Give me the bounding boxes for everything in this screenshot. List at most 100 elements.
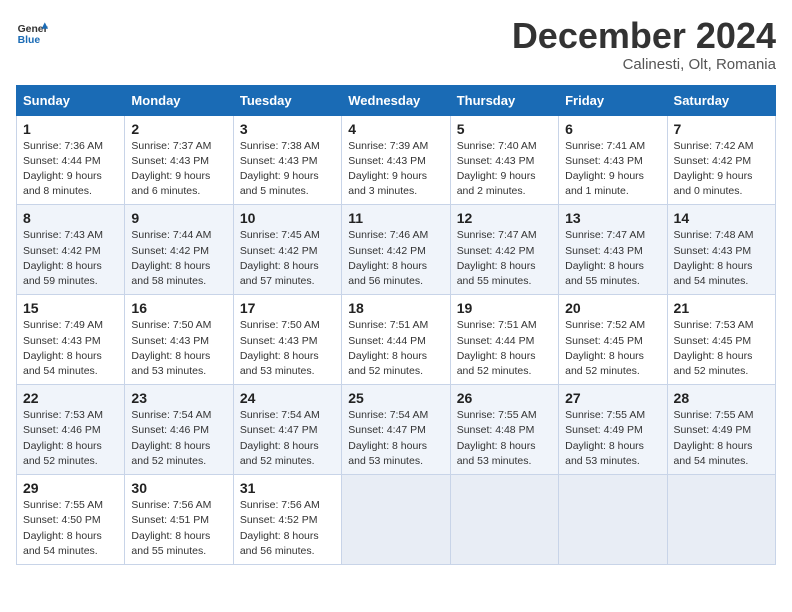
calendar-cell: 21Sunrise: 7:53 AM Sunset: 4:45 PM Dayli… (667, 295, 775, 385)
day-number: 29 (23, 480, 118, 496)
day-info: Sunrise: 7:54 AM Sunset: 4:47 PM Dayligh… (348, 408, 443, 469)
page-header: General Blue December 2024 Calinesti, Ol… (16, 16, 776, 73)
day-number: 3 (240, 121, 335, 137)
day-info: Sunrise: 7:48 AM Sunset: 4:43 PM Dayligh… (674, 228, 769, 289)
calendar-cell: 5 Sunrise: 7:40 AM Sunset: 4:43 PM Daylig… (450, 115, 558, 205)
day-number: 5 (457, 121, 552, 137)
calendar-cell: 16 Sunrise: 7:50 AM Sunset: 4:43 PM Dayli… (125, 295, 233, 385)
day-number: 7 (674, 121, 769, 137)
day-info: Sunrise: 7:51 AM Sunset: 4:44 PM Dayligh… (348, 318, 443, 379)
day-number: 9 (131, 210, 226, 226)
calendar-cell: 4Sunrise: 7:39 AM Sunset: 4:43 PM Daylig… (342, 115, 450, 205)
weekday-header-sunday: Sunday (17, 85, 125, 115)
day-number: 21 (674, 300, 769, 316)
day-info: Sunrise: 7:38 AM Sunset: 4:43 PM Dayligh… (240, 139, 335, 200)
day-number: 23 (131, 390, 226, 406)
day-number: 15 (23, 300, 118, 316)
day-info: Sunrise: 7:54 AM Sunset: 4:46 PM Dayligh… (131, 408, 226, 469)
calendar-cell: 13 Sunrise: 7:47 AM Sunset: 4:43 PM Dayli… (559, 205, 667, 295)
day-info: Sunrise: 7:37 AM Sunset: 4:43 PM Dayligh… (131, 139, 226, 200)
day-info: Sunrise: 7:40 AM Sunset: 4:43 PM Dayligh… (457, 139, 552, 200)
calendar-cell: 17 Sunrise: 7:50 AM Sunset: 4:43 PM Dayli… (233, 295, 341, 385)
calendar-cell: 30 Sunrise: 7:56 AM Sunset: 4:51 PM Dayli… (125, 475, 233, 565)
day-number: 27 (565, 390, 660, 406)
day-number: 12 (457, 210, 552, 226)
day-number: 11 (348, 210, 443, 226)
weekday-header-row: SundayMondayTuesdayWednesdayThursdayFrid… (17, 85, 776, 115)
calendar-cell: 27 Sunrise: 7:55 AM Sunset: 4:49 PM Dayli… (559, 385, 667, 475)
calendar-cell: 3 Sunrise: 7:38 AM Sunset: 4:43 PM Daylig… (233, 115, 341, 205)
calendar-cell: 9 Sunrise: 7:44 AM Sunset: 4:42 PM Daylig… (125, 205, 233, 295)
weekday-header-wednesday: Wednesday (342, 85, 450, 115)
calendar-cell (450, 475, 558, 565)
calendar-cell: 18 Sunrise: 7:51 AM Sunset: 4:44 PM Dayli… (342, 295, 450, 385)
calendar-cell (667, 475, 775, 565)
calendar-week-row: 15 Sunrise: 7:49 AM Sunset: 4:43 PM Dayli… (17, 295, 776, 385)
logo-icon: General Blue (16, 16, 48, 48)
day-info: Sunrise: 7:47 AM Sunset: 4:43 PM Dayligh… (565, 228, 660, 289)
calendar-cell: 2 Sunrise: 7:37 AM Sunset: 4:43 PM Daylig… (125, 115, 233, 205)
calendar-week-row: 29 Sunrise: 7:55 AM Sunset: 4:50 PM Dayli… (17, 475, 776, 565)
day-number: 13 (565, 210, 660, 226)
calendar-cell: 26Sunrise: 7:55 AM Sunset: 4:48 PM Dayli… (450, 385, 558, 475)
day-number: 25 (348, 390, 443, 406)
calendar-cell: 22 Sunrise: 7:53 AM Sunset: 4:46 PM Dayli… (17, 385, 125, 475)
month-title: December 2024 (512, 16, 776, 56)
day-number: 24 (240, 390, 335, 406)
weekday-header-saturday: Saturday (667, 85, 775, 115)
day-info: Sunrise: 7:43 AM Sunset: 4:42 PM Dayligh… (23, 228, 118, 289)
calendar-cell: 23 Sunrise: 7:54 AM Sunset: 4:46 PM Dayli… (125, 385, 233, 475)
calendar-cell: 29 Sunrise: 7:55 AM Sunset: 4:50 PM Dayli… (17, 475, 125, 565)
calendar-table: SundayMondayTuesdayWednesdayThursdayFrid… (16, 85, 776, 565)
day-info: Sunrise: 7:50 AM Sunset: 4:43 PM Dayligh… (240, 318, 335, 379)
title-block: December 2024 Calinesti, Olt, Romania (512, 16, 776, 73)
day-info: Sunrise: 7:50 AM Sunset: 4:43 PM Dayligh… (131, 318, 226, 379)
day-info: Sunrise: 7:54 AM Sunset: 4:47 PM Dayligh… (240, 408, 335, 469)
calendar-cell (559, 475, 667, 565)
day-info: Sunrise: 7:41 AM Sunset: 4:43 PM Dayligh… (565, 139, 660, 200)
calendar-cell: 19Sunrise: 7:51 AM Sunset: 4:44 PM Dayli… (450, 295, 558, 385)
day-number: 20 (565, 300, 660, 316)
day-number: 18 (348, 300, 443, 316)
day-info: Sunrise: 7:53 AM Sunset: 4:46 PM Dayligh… (23, 408, 118, 469)
day-info: Sunrise: 7:45 AM Sunset: 4:42 PM Dayligh… (240, 228, 335, 289)
weekday-header-tuesday: Tuesday (233, 85, 341, 115)
day-number: 4 (348, 121, 443, 137)
day-number: 19 (457, 300, 552, 316)
calendar-cell: 15 Sunrise: 7:49 AM Sunset: 4:43 PM Dayli… (17, 295, 125, 385)
day-info: Sunrise: 7:55 AM Sunset: 4:49 PM Dayligh… (674, 408, 769, 469)
weekday-header-monday: Monday (125, 85, 233, 115)
day-info: Sunrise: 7:55 AM Sunset: 4:50 PM Dayligh… (23, 498, 118, 559)
calendar-cell: 6 Sunrise: 7:41 AM Sunset: 4:43 PM Daylig… (559, 115, 667, 205)
calendar-cell: 28 Sunrise: 7:55 AM Sunset: 4:49 PM Dayli… (667, 385, 775, 475)
calendar-week-row: 1Sunrise: 7:36 AM Sunset: 4:44 PM Daylig… (17, 115, 776, 205)
calendar-cell: 25 Sunrise: 7:54 AM Sunset: 4:47 PM Dayli… (342, 385, 450, 475)
logo: General Blue (16, 16, 48, 48)
day-info: Sunrise: 7:55 AM Sunset: 4:49 PM Dayligh… (565, 408, 660, 469)
day-info: Sunrise: 7:44 AM Sunset: 4:42 PM Dayligh… (131, 228, 226, 289)
day-info: Sunrise: 7:56 AM Sunset: 4:52 PM Dayligh… (240, 498, 335, 559)
calendar-cell: 1Sunrise: 7:36 AM Sunset: 4:44 PM Daylig… (17, 115, 125, 205)
location-subtitle: Calinesti, Olt, Romania (512, 56, 776, 73)
calendar-cell (342, 475, 450, 565)
calendar-cell: 20 Sunrise: 7:52 AM Sunset: 4:45 PM Dayli… (559, 295, 667, 385)
day-number: 10 (240, 210, 335, 226)
day-info: Sunrise: 7:42 AM Sunset: 4:42 PM Dayligh… (674, 139, 769, 200)
day-info: Sunrise: 7:49 AM Sunset: 4:43 PM Dayligh… (23, 318, 118, 379)
calendar-week-row: 22 Sunrise: 7:53 AM Sunset: 4:46 PM Dayli… (17, 385, 776, 475)
weekday-header-thursday: Thursday (450, 85, 558, 115)
day-info: Sunrise: 7:56 AM Sunset: 4:51 PM Dayligh… (131, 498, 226, 559)
day-number: 2 (131, 121, 226, 137)
day-info: Sunrise: 7:52 AM Sunset: 4:45 PM Dayligh… (565, 318, 660, 379)
day-info: Sunrise: 7:55 AM Sunset: 4:48 PM Dayligh… (457, 408, 552, 469)
day-number: 30 (131, 480, 226, 496)
calendar-cell: 24 Sunrise: 7:54 AM Sunset: 4:47 PM Dayli… (233, 385, 341, 475)
day-number: 6 (565, 121, 660, 137)
calendar-cell: 14 Sunrise: 7:48 AM Sunset: 4:43 PM Dayli… (667, 205, 775, 295)
day-number: 14 (674, 210, 769, 226)
day-info: Sunrise: 7:47 AM Sunset: 4:42 PM Dayligh… (457, 228, 552, 289)
day-number: 28 (674, 390, 769, 406)
day-number: 16 (131, 300, 226, 316)
day-number: 22 (23, 390, 118, 406)
day-number: 17 (240, 300, 335, 316)
